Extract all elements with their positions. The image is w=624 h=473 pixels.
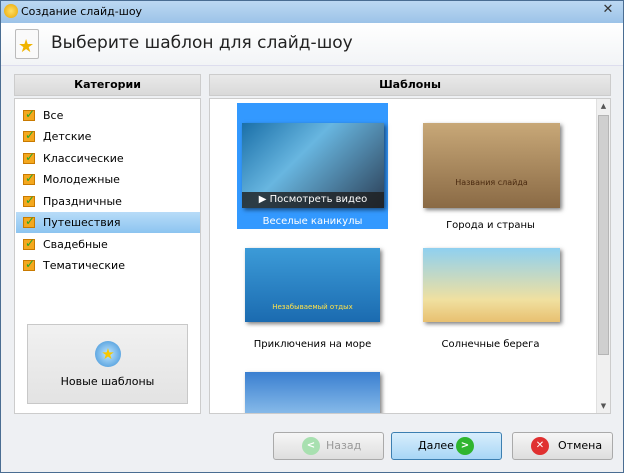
category-label: Свадебные (43, 238, 108, 251)
next-label: Далее (418, 439, 454, 452)
scroll-down-icon[interactable]: ▼ (597, 402, 610, 410)
category-label: Путешествия (43, 216, 121, 229)
template-thumbnail: ▶ Посмотреть видео (242, 123, 384, 208)
new-templates-label: Новые шаблоны (60, 375, 155, 388)
close-button[interactable]: ✕ (599, 2, 617, 18)
arrow-left-icon: < (302, 437, 320, 455)
category-item[interactable]: Тематические (16, 254, 200, 276)
template-label: Солнечные берега (441, 339, 540, 350)
arrow-right-icon: > (456, 437, 474, 455)
category-label: Классические (43, 152, 124, 165)
template-label: Города и страны (446, 220, 535, 231)
star-document-icon: ★ (15, 29, 39, 59)
category-item[interactable]: Все (16, 104, 200, 126)
template-thumbnail (423, 248, 560, 322)
category-label: Молодежные (43, 173, 120, 186)
category-label: Тематические (43, 259, 125, 272)
category-item[interactable]: Детские (16, 125, 200, 147)
header: ★ Выберите шаблон для слайд-шоу (1, 23, 623, 66)
checkbox-icon (23, 254, 35, 275)
template-tile[interactable]: Солнечные берега (415, 239, 566, 350)
template-tile[interactable]: Незабываемый отдых Приключения на море (237, 239, 388, 350)
checkbox-icon (23, 125, 35, 146)
category-item[interactable]: Свадебные (16, 233, 200, 255)
thumbnail-caption: Незабываемый отдых (272, 303, 353, 311)
checkbox-icon (23, 104, 35, 125)
category-item[interactable]: Праздничные (16, 190, 200, 212)
window-title: Создание слайд-шоу (21, 5, 143, 18)
dialog-window: Создание слайд-шоу ✕ ★ Выберите шаблон д… (0, 0, 624, 473)
cancel-label: Отмена (558, 439, 603, 452)
scrollbar-thumb[interactable] (598, 115, 609, 355)
checkbox-icon (23, 190, 35, 211)
template-label: Приключения на море (253, 339, 372, 350)
new-templates-button[interactable]: ★ Новые шаблоны (27, 324, 188, 404)
cancel-x-icon: ✕ (531, 437, 549, 455)
back-label: Назад (326, 439, 362, 452)
template-thumbnail: Незабываемый отдых (245, 248, 380, 322)
checkbox-icon (23, 147, 35, 168)
thumbnail-caption: Названия слайда (455, 178, 528, 187)
category-item-selected[interactable]: Путешествия (16, 211, 200, 233)
page-title: Выберите шаблон для слайд-шоу (51, 33, 353, 53)
app-icon (4, 4, 18, 18)
checkbox-icon (23, 211, 35, 232)
categories-header: Категории (14, 74, 201, 96)
checkbox-icon (23, 168, 35, 189)
globe-star-icon: ★ (95, 341, 121, 367)
templates-grid: ▶ Посмотреть видео Веселые каникулы Назв… (209, 98, 611, 414)
title-bar: Создание слайд-шоу ✕ (1, 1, 623, 23)
next-button[interactable]: Далее > (391, 432, 502, 460)
template-thumbnail (245, 372, 380, 413)
category-item[interactable]: Классические (16, 147, 200, 169)
template-tile[interactable] (237, 371, 388, 413)
category-label: Детские (43, 130, 92, 143)
templates-header: Шаблоны (209, 74, 611, 96)
back-button[interactable]: < Назад (273, 432, 384, 460)
template-label: Веселые каникулы (262, 216, 363, 227)
scroll-up-icon[interactable]: ▲ (597, 102, 610, 110)
vertical-scrollbar[interactable]: ▲ ▼ (596, 99, 610, 413)
category-item[interactable]: Молодежные (16, 168, 200, 190)
template-tile-selected[interactable]: ▶ Посмотреть видео Веселые каникулы (237, 103, 388, 229)
template-thumbnail: Названия слайда (423, 123, 560, 208)
category-label: Праздничные (43, 195, 122, 208)
checkbox-icon (23, 233, 35, 254)
cancel-button[interactable]: ✕ Отмена (512, 432, 613, 460)
preview-video-label: Посмотреть видео (269, 194, 368, 205)
category-label: Все (43, 109, 64, 122)
template-tile[interactable]: Названия слайда Города и страны (415, 103, 566, 231)
preview-video-overlay[interactable]: ▶ Посмотреть видео (242, 192, 384, 208)
